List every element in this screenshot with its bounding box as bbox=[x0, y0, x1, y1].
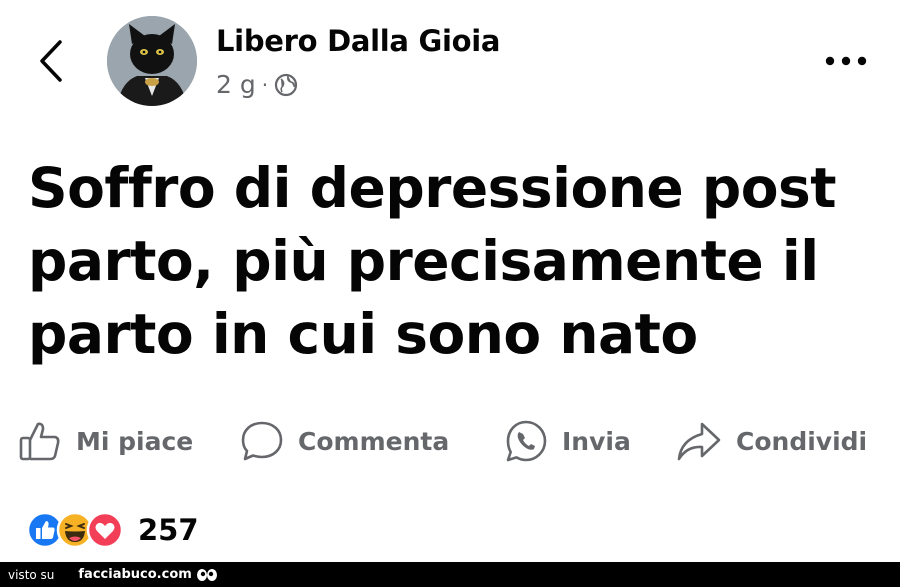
share-arrow-icon bbox=[677, 422, 721, 461]
comment-button[interactable]: Commenta bbox=[240, 414, 449, 468]
watermark-bar: visto su facciabuco.com bbox=[0, 562, 900, 587]
love-reaction-icon bbox=[86, 511, 124, 549]
comment-bubble-icon bbox=[241, 421, 283, 461]
black-cat-in-suit-image bbox=[107, 16, 197, 106]
whatsapp-icon bbox=[506, 420, 547, 462]
watermark-visto-label: visto su bbox=[8, 567, 55, 582]
author-avatar[interactable] bbox=[107, 16, 197, 106]
back-chevron-icon[interactable] bbox=[36, 38, 68, 84]
post-meta: 2 g · bbox=[216, 70, 298, 99]
reactions-summary[interactable]: 257 bbox=[26, 510, 199, 550]
thumbs-up-icon bbox=[19, 422, 60, 461]
post-text: Soffro di depressione post parto, più pr… bbox=[28, 156, 837, 366]
share-label: Condividi bbox=[736, 426, 868, 456]
watermark-site: facciabuco.com bbox=[78, 567, 192, 582]
like-label: Mi piace bbox=[76, 426, 194, 456]
eyes-logo-icon bbox=[196, 568, 217, 581]
share-button[interactable]: Condividi bbox=[676, 414, 867, 468]
author-name[interactable]: Libero Dalla Gioia bbox=[216, 24, 500, 58]
like-button[interactable]: Mi piace bbox=[18, 414, 193, 468]
send-label: Invia bbox=[562, 426, 631, 456]
post-time[interactable]: 2 g bbox=[216, 70, 256, 99]
more-options-icon[interactable] bbox=[822, 52, 870, 70]
globe-icon bbox=[274, 73, 298, 96]
send-button[interactable]: Invia bbox=[504, 414, 631, 468]
reaction-count: 257 bbox=[138, 513, 199, 547]
comment-label: Commenta bbox=[298, 426, 450, 456]
action-bar: Mi piace Commenta Invia Condividi bbox=[0, 414, 900, 468]
reaction-icons bbox=[26, 511, 124, 549]
meta-separator: · bbox=[261, 72, 269, 97]
